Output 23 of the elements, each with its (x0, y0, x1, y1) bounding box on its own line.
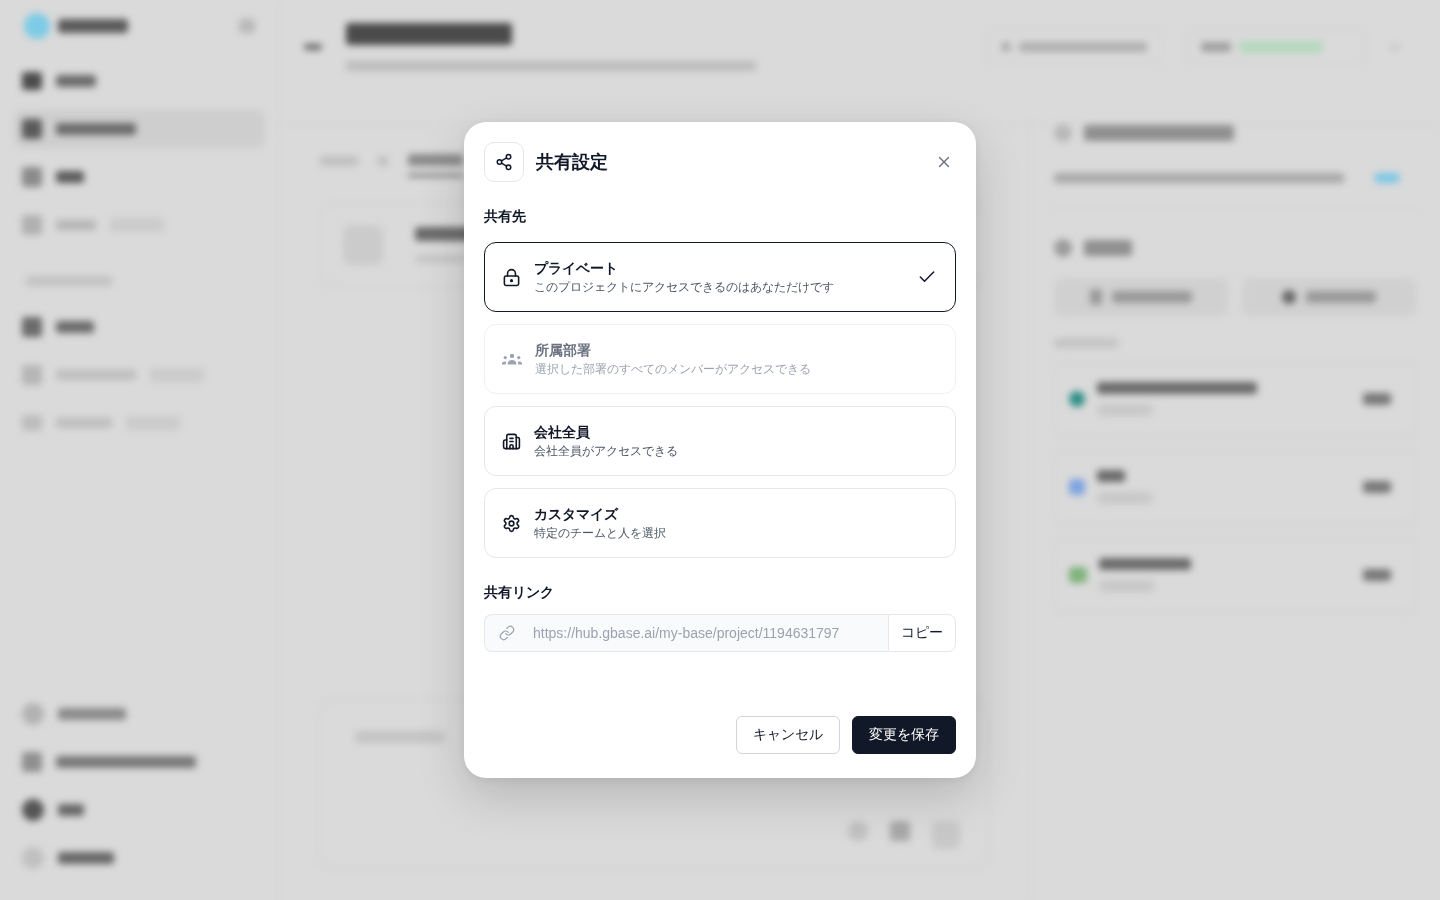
option-description: 選択した部署のすべてのメンバーがアクセスできる (535, 361, 812, 378)
section-label: 共有先 (484, 207, 527, 226)
share-option[interactable]: プライベート このプロジェクトにアクセスできるのはあなただけです (484, 242, 956, 312)
section-label: 共有リンク (484, 583, 555, 602)
option-description: このプロジェクトにアクセスできるのはあなただけです (534, 279, 835, 296)
share-icon (484, 142, 524, 182)
people-group-icon (502, 353, 522, 365)
option-title: 会社全員 (534, 423, 591, 442)
building-icon (502, 431, 521, 451)
share-option[interactable]: 会社全員 会社全員がアクセスできる (484, 406, 956, 476)
save-button[interactable]: 変更を保存 (852, 716, 956, 754)
gear-icon (502, 513, 521, 533)
option-description: 特定のチームと人を選択 (534, 525, 667, 542)
option-title: カスタマイズ (534, 505, 620, 524)
copy-button[interactable]: コピー (888, 614, 956, 652)
dialog-title: 共有設定 (536, 151, 608, 174)
link-icon (499, 625, 515, 641)
option-title: 所属部署 (535, 341, 592, 360)
cancel-button[interactable]: キャンセル (736, 716, 840, 754)
option-title: プライベート (534, 259, 619, 278)
option-description: 会社全員がアクセスできる (534, 443, 679, 460)
share-option[interactable]: カスタマイズ 特定のチームと人を選択 (484, 488, 956, 558)
lock-icon (502, 267, 521, 287)
